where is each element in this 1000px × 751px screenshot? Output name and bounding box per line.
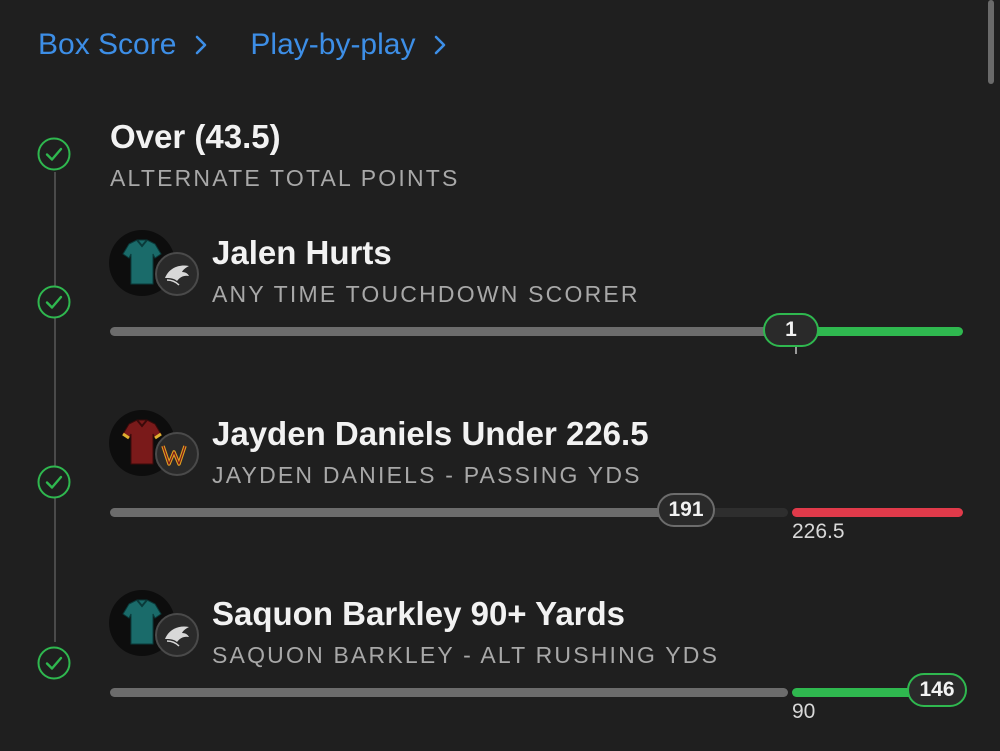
scrollbar[interactable] — [988, 0, 994, 84]
chevron-right-icon — [435, 35, 446, 55]
commanders-logo-icon — [155, 432, 199, 476]
play-by-play-label: Play-by-play — [250, 28, 416, 61]
leg-subtitle: ANY TIME TOUCHDOWN SCORER — [212, 281, 640, 307]
eagles-logo-icon — [155, 613, 199, 657]
target-tick-label: 90 — [792, 700, 816, 723]
box-score-label: Box Score — [38, 28, 177, 61]
check-circle-icon — [37, 285, 71, 319]
chevron-right-icon — [196, 35, 207, 55]
top-nav: Box Score Play-by-play — [38, 28, 451, 62]
progress-loss-zone — [792, 508, 963, 517]
leg-title: Over (43.5) — [110, 118, 281, 155]
timeline-line — [54, 172, 56, 642]
current-value-pill: 146 — [907, 673, 967, 707]
current-value-pill: 191 — [657, 493, 715, 527]
check-circle-icon — [37, 137, 71, 171]
progress-track — [110, 508, 685, 517]
leg-title: Jayden Daniels Under 226.5 — [212, 415, 649, 452]
leg-title: Jalen Hurts — [212, 234, 392, 271]
check-circle-icon — [37, 646, 71, 680]
check-circle-icon — [37, 465, 71, 499]
box-score-link[interactable]: Box Score — [38, 28, 212, 62]
current-value-pill: 1 — [763, 313, 819, 347]
eagles-logo-icon — [155, 252, 199, 296]
progress-track — [110, 327, 790, 336]
leg-subtitle: ALTERNATE TOTAL POINTS — [110, 165, 460, 191]
play-by-play-link[interactable]: Play-by-play — [250, 28, 451, 62]
leg-subtitle: SAQUON BARKLEY - ALT RUSHING YDS — [212, 642, 720, 668]
leg-subtitle: JAYDEN DANIELS - PASSING YDS — [212, 462, 642, 488]
progress-track — [110, 688, 788, 697]
leg-title: Saquon Barkley 90+ Yards — [212, 595, 626, 632]
target-tick-label: 226.5 — [792, 520, 845, 543]
